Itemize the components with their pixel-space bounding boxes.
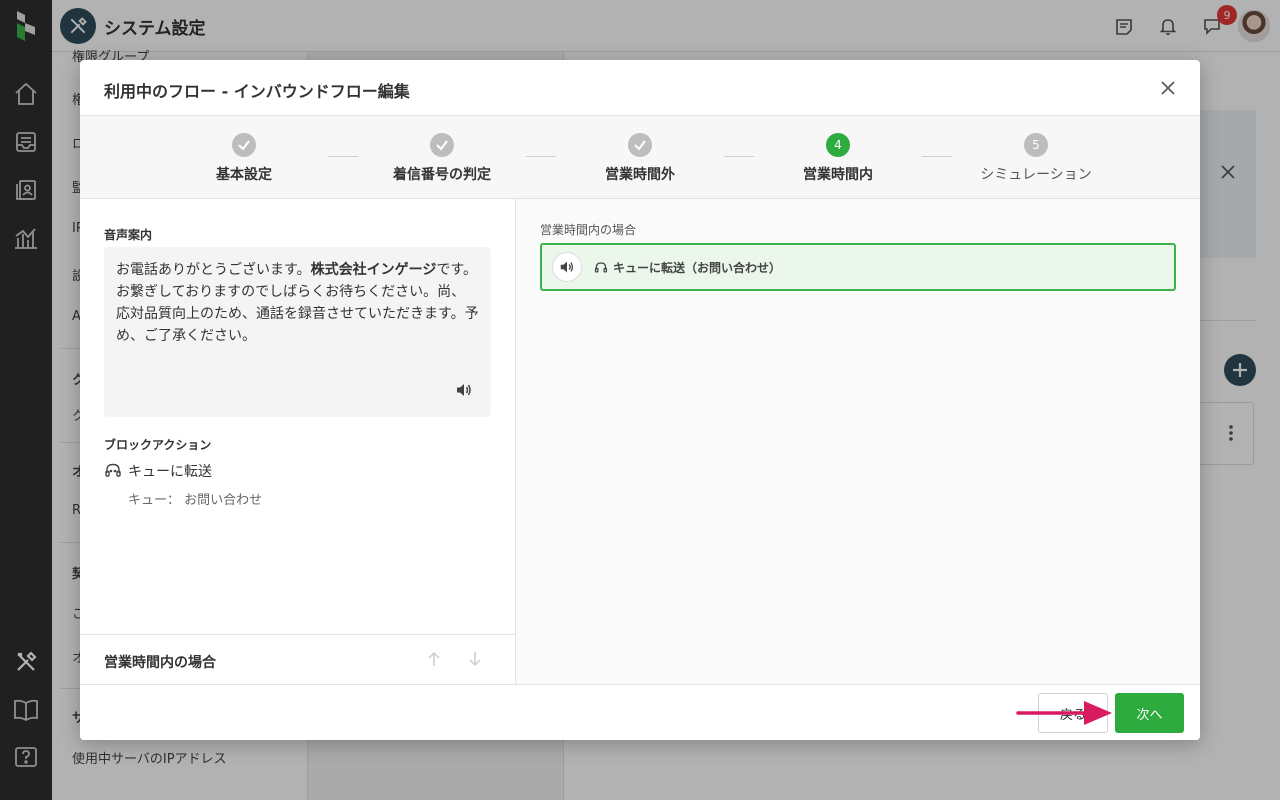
flow-edit-modal: 利用中のフロー - インバウンドフロー編集 基本設定 着信番号の判定 営業時間外… xyxy=(80,60,1200,740)
flow-block-text: キューに転送（お問い合わせ） xyxy=(613,261,782,275)
block-detail-pane: 音声案内 お電話ありがとうございます。株式会社インゲージです。 お繋ぎしておりま… xyxy=(80,199,516,684)
action-name: キューに転送 xyxy=(128,464,212,480)
step-connector xyxy=(526,156,556,157)
step-connector xyxy=(922,156,952,157)
check-icon xyxy=(232,133,256,157)
wizard-stepper: 基本設定 着信番号の判定 営業時間外 4 営業時間内 5 シミュレーション xyxy=(80,116,1200,199)
step-basic-settings[interactable]: 基本設定 xyxy=(164,116,324,199)
voice-text: です。 xyxy=(436,262,477,278)
voice-text: お電話ありがとうございます。 xyxy=(116,262,311,278)
next-button[interactable]: 次へ xyxy=(1115,693,1184,733)
flow-preview-pane: 営業時間内の場合 キューに転送（お問い合わせ） xyxy=(516,199,1200,684)
arrow-up-icon[interactable] xyxy=(424,649,444,669)
pointer-arrow-icon xyxy=(1016,701,1112,725)
voice-guide-text: お電話ありがとうございます。株式会社インゲージです。 お繋ぎしておりますのでしば… xyxy=(104,247,491,417)
step-label: シミュレーション xyxy=(980,167,1092,183)
current-block-label: 営業時間内の場合 xyxy=(104,655,216,671)
operator-headset-icon xyxy=(594,261,608,273)
operator-headset-icon xyxy=(105,463,121,477)
step-after-hours[interactable]: 営業時間外 xyxy=(560,116,720,199)
step-number: 4 xyxy=(826,133,850,157)
step-business-hours[interactable]: 4 営業時間内 xyxy=(758,116,918,199)
step-label: 着信番号の判定 xyxy=(393,167,491,183)
block-action-label: ブロックアクション xyxy=(104,438,212,452)
step-label: 基本設定 xyxy=(216,167,272,183)
step-label: 営業時間外 xyxy=(605,167,675,183)
voice-text-company: 株式会社インゲージ xyxy=(310,262,437,278)
modal-header: 利用中のフロー - インバウンドフロー編集 xyxy=(80,60,1200,116)
check-icon xyxy=(430,133,454,157)
step-simulation[interactable]: 5 シミュレーション xyxy=(956,116,1116,199)
close-icon[interactable] xyxy=(1156,76,1180,100)
step-connector xyxy=(328,156,358,157)
block-action: キューに転送 xyxy=(104,461,212,481)
block-nav-footer: 営業時間内の場合 xyxy=(80,634,516,684)
flow-block-card[interactable]: キューに転送（お問い合わせ） xyxy=(540,243,1176,291)
queue-value: お問い合わせ xyxy=(184,493,263,508)
modal-footer: 戻る 次へ xyxy=(80,684,1200,740)
modal-title: 利用中のフロー - インバウンドフロー編集 xyxy=(104,82,410,101)
flow-block-label: キューに転送（お問い合わせ） xyxy=(594,259,781,276)
step-connector xyxy=(724,156,754,157)
arrow-down-icon[interactable] xyxy=(465,649,485,669)
step-label: 営業時間内 xyxy=(803,167,873,183)
step-caller-number[interactable]: 着信番号の判定 xyxy=(362,116,522,199)
speaker-icon[interactable] xyxy=(455,381,473,399)
voice-guide-label: 音声案内 xyxy=(104,228,153,242)
queue-info: キュー： お問い合わせ xyxy=(128,489,262,508)
step-number: 5 xyxy=(1024,133,1048,157)
speaker-icon xyxy=(552,252,582,282)
queue-label: キュー： xyxy=(128,493,181,508)
check-icon xyxy=(628,133,652,157)
flow-caption: 営業時間内の場合 xyxy=(540,223,637,237)
voice-text: お繋ぎしておりますのでしばらくお待ちください。尚、応対品質向上のため、通話を録音… xyxy=(116,284,479,344)
